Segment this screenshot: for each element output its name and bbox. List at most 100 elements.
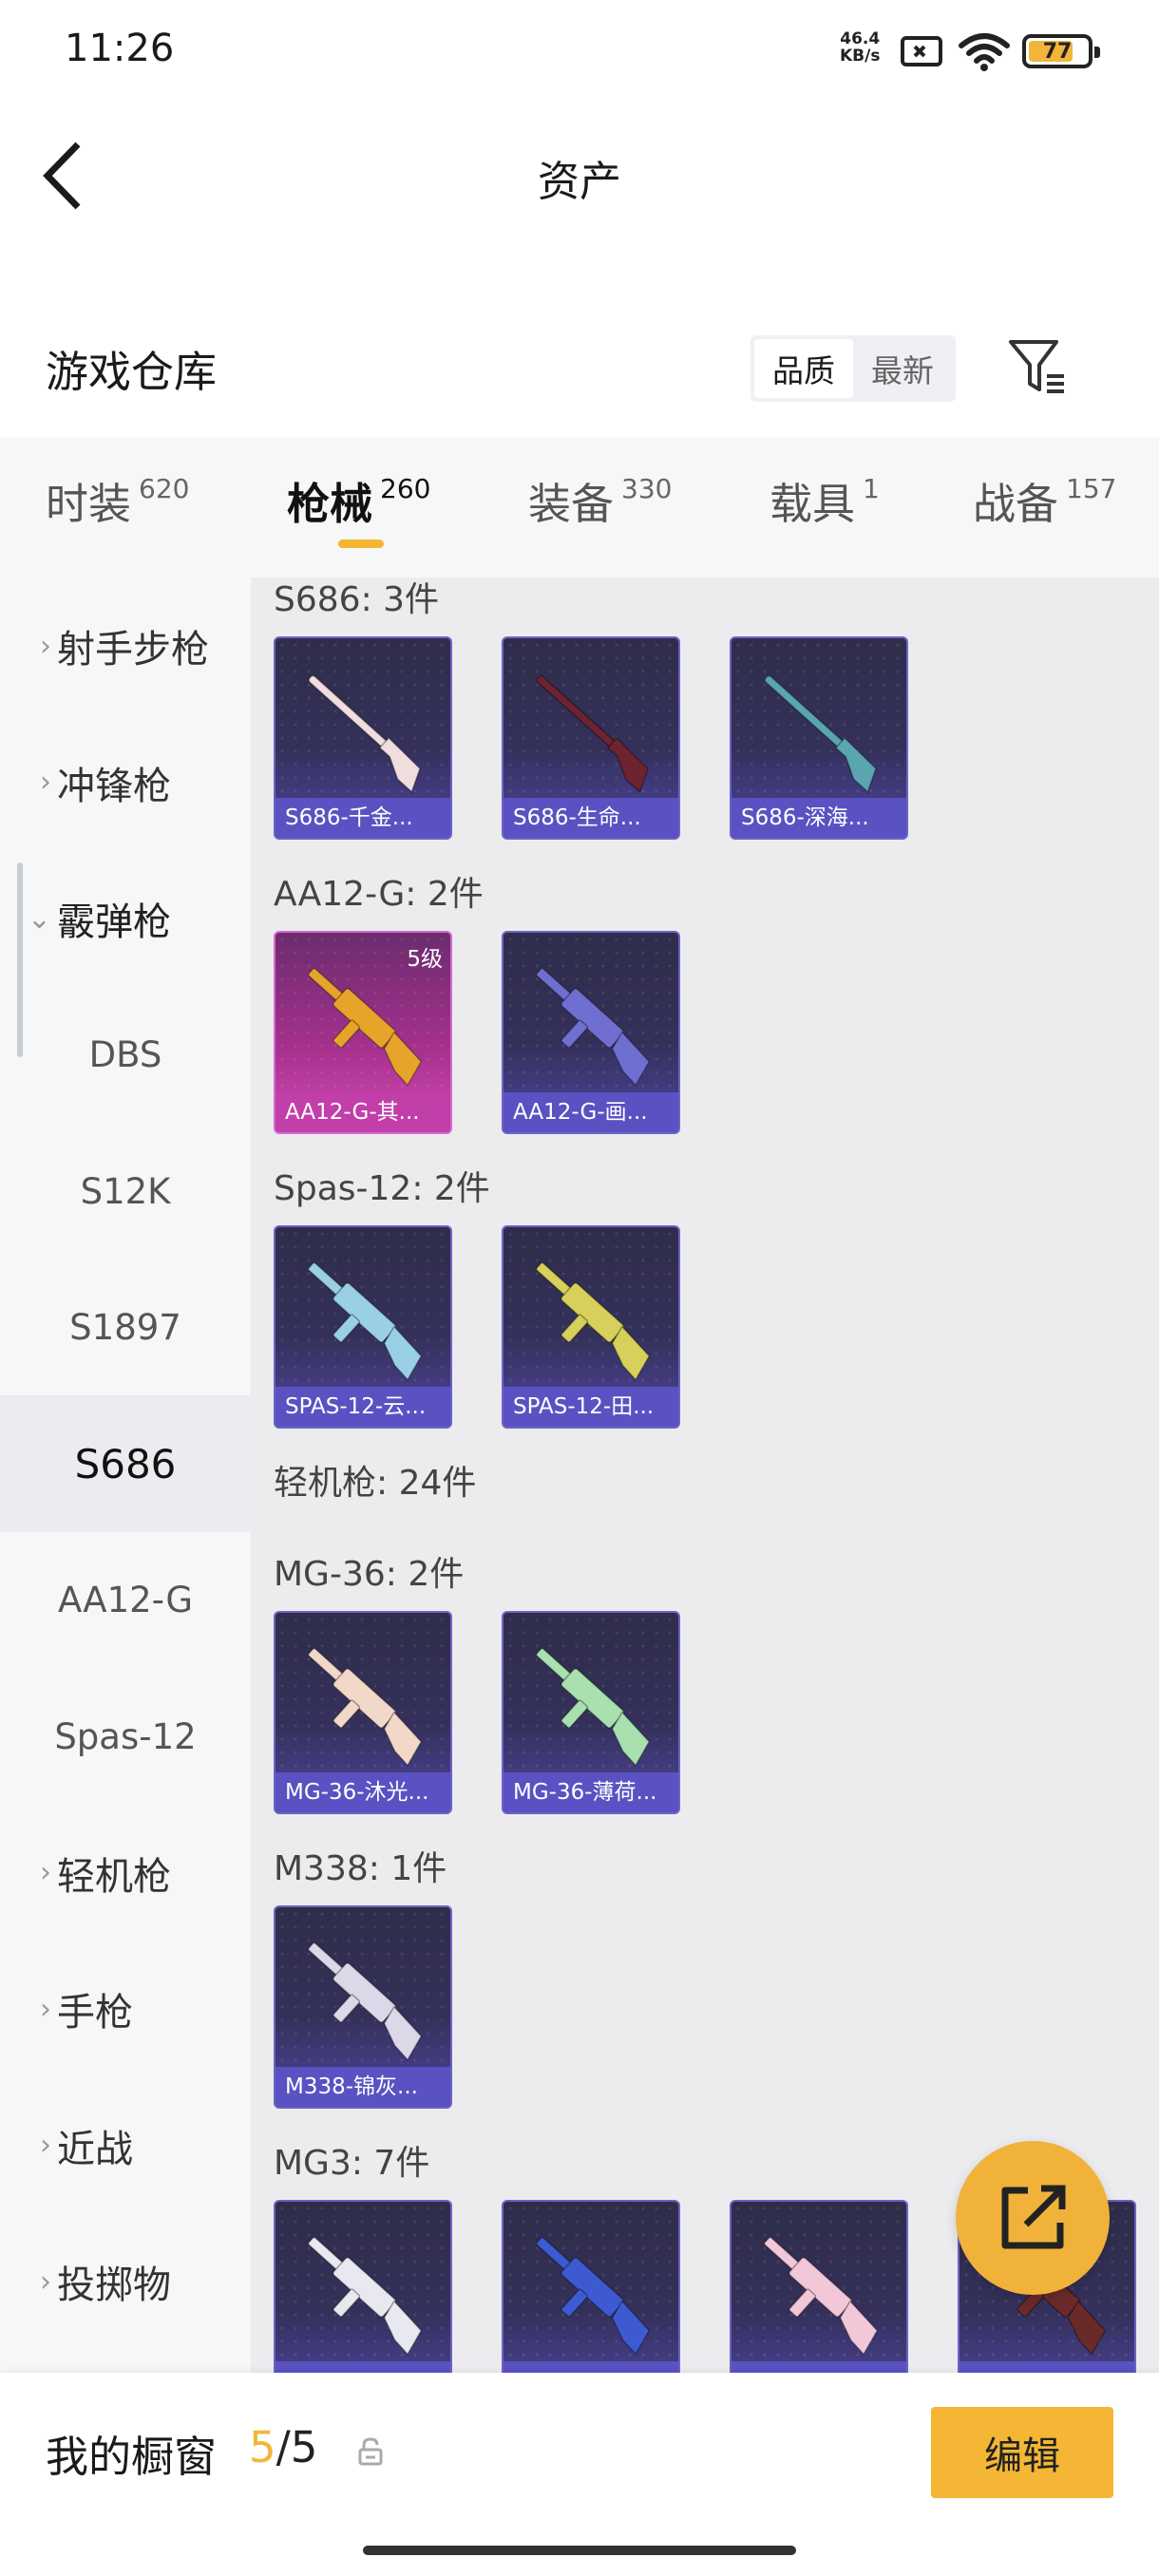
weapon-image bbox=[308, 674, 421, 793]
level-badge: 5级 bbox=[407, 947, 443, 972]
weapon-card[interactable]: S686-生命... bbox=[502, 636, 680, 840]
weapon-group-title: S686: 3件 bbox=[274, 580, 440, 619]
sidebar-item-label: 投掷物 bbox=[57, 2263, 171, 2307]
weapon-group-title: MG3: 7件 bbox=[274, 2144, 430, 2183]
tab-label: 载具 bbox=[770, 479, 856, 529]
header: 资产 bbox=[0, 95, 1159, 256]
weapon-group-title: 轻机枪: 24件 bbox=[274, 1464, 477, 1503]
share-icon bbox=[1001, 2185, 1066, 2249]
weapon-group-title: MG-36: 2件 bbox=[274, 1555, 465, 1594]
page-title: 资产 bbox=[538, 158, 621, 206]
tab-equipment[interactable]: 装备 330 bbox=[528, 469, 672, 531]
weapon-image bbox=[763, 2236, 879, 2356]
sidebar-item[interactable]: AA12-G bbox=[0, 1532, 251, 1669]
weapon-image bbox=[535, 1647, 651, 1767]
weapon-card[interactable]: SPAS-12-云... bbox=[274, 1225, 452, 1429]
tab-label: 枪械 bbox=[287, 479, 373, 529]
chevron-down-icon: ⌄ bbox=[27, 901, 51, 936]
weapon-image bbox=[535, 1261, 651, 1381]
weapon-card[interactable]: SPAS-12-田... bbox=[502, 1225, 680, 1429]
sim-off-icon bbox=[901, 36, 942, 66]
sidebar-item-label: AA12-G bbox=[57, 1580, 194, 1620]
weapon-card[interactable]: M338-锦灰... bbox=[274, 1905, 452, 2109]
sort-newest-button[interactable]: 最新 bbox=[853, 339, 952, 398]
sidebar-item-label: 轻机枪 bbox=[57, 1854, 171, 1899]
weapon-name bbox=[732, 2361, 906, 2373]
chevron-right-icon: › bbox=[40, 1856, 51, 1889]
showcase-count: 5/5 bbox=[249, 2422, 317, 2472]
sidebar-item[interactable]: › 近战 bbox=[0, 2077, 251, 2214]
weapon-group-title: M338: 1件 bbox=[274, 1849, 447, 1888]
filter-icon[interactable] bbox=[1007, 336, 1068, 397]
sidebar-item-label: S12K bbox=[80, 1170, 171, 1212]
home-indicator[interactable] bbox=[363, 2546, 796, 2555]
active-tab-indicator bbox=[338, 540, 384, 548]
weapon-name: AA12-G-画... bbox=[504, 1092, 678, 1132]
weapon-name: S686-生命... bbox=[504, 798, 678, 838]
weapon-card[interactable] bbox=[502, 2200, 680, 2373]
tab-fashion[interactable]: 时装 620 bbox=[46, 469, 189, 531]
wifi-icon bbox=[959, 33, 1010, 71]
weapon-card[interactable]: S686-深海... bbox=[730, 636, 908, 840]
sidebar-item-label: DBS bbox=[88, 1034, 162, 1075]
weapon-card[interactable] bbox=[730, 2200, 908, 2373]
sidebar-item[interactable]: S1897 bbox=[0, 1260, 251, 1396]
weapon-card[interactable]: 5级 AA12-G-其... bbox=[274, 931, 452, 1134]
battery-level: 77 bbox=[1042, 40, 1073, 64]
tab-count: 620 bbox=[139, 473, 190, 504]
warehouse-title: 游戏仓库 bbox=[46, 347, 218, 397]
weapon-card[interactable]: S686-千金... bbox=[274, 636, 452, 840]
weapon-card[interactable]: MG-36-薄荷... bbox=[502, 1611, 680, 1814]
weapon-card[interactable]: AA12-G-画... bbox=[502, 931, 680, 1134]
tab-supplies[interactable]: 战备 157 bbox=[973, 469, 1116, 531]
sidebar-item[interactable]: › 投掷物 bbox=[0, 2213, 251, 2350]
sidebar-item[interactable]: Spas-12 bbox=[0, 1668, 251, 1805]
edit-button[interactable]: 编辑 bbox=[931, 2407, 1113, 2498]
sidebar-item[interactable]: › 手枪 bbox=[0, 1941, 251, 2077]
tab-count: 157 bbox=[1066, 473, 1117, 504]
sidebar-item[interactable]: ⌄ 霰弹枪 bbox=[0, 850, 251, 987]
tab-firearms[interactable]: 枪械 260 bbox=[287, 469, 430, 531]
network-speed: 46.4 KB/s bbox=[840, 30, 880, 65]
sort-quality-button[interactable]: 品质 bbox=[754, 339, 853, 398]
weapon-image bbox=[535, 967, 651, 1087]
status-time: 11:26 bbox=[65, 27, 175, 70]
sidebar-item-label: 冲锋枪 bbox=[57, 764, 171, 808]
sidebar-item[interactable]: › 射手步枪 bbox=[0, 578, 251, 714]
weapon-name: S686-深海... bbox=[732, 798, 906, 838]
sidebar-item[interactable]: › 轻机枪 bbox=[0, 1805, 251, 1941]
sidebar-item[interactable]: › 冲锋枪 bbox=[0, 714, 251, 851]
lock-icon bbox=[358, 2437, 383, 2466]
tab-label: 装备 bbox=[528, 479, 615, 529]
chevron-right-icon: › bbox=[40, 2264, 51, 2299]
weapon-name: M338-锦灰... bbox=[276, 2067, 450, 2107]
weapon-image bbox=[307, 2236, 423, 2356]
sidebar-item[interactable]: DBS bbox=[0, 987, 251, 1124]
sidebar-item[interactable]: S686 bbox=[0, 1395, 251, 1532]
weapon-grid: S686: 3件 S686-千金... S686-生命... S686-深海... AA… bbox=[251, 578, 1159, 2373]
tab-count: 330 bbox=[621, 473, 673, 504]
weapon-group-title: Spas-12: 2件 bbox=[274, 1169, 490, 1208]
weapon-card[interactable] bbox=[274, 2200, 452, 2373]
network-speed-unit: KB/s bbox=[840, 47, 881, 66]
tab-count: 260 bbox=[380, 473, 431, 504]
tab-vehicles[interactable]: 载具 1 bbox=[770, 469, 880, 531]
weapon-image bbox=[535, 2236, 651, 2356]
sidebar-item[interactable]: S12K bbox=[0, 1123, 251, 1260]
category-tabs: 时装 620 枪械 260 装备 330 载具 1 战备 157 bbox=[0, 437, 1159, 578]
weapon-group-title: AA12-G: 2件 bbox=[274, 875, 484, 914]
weapon-name bbox=[960, 2361, 1134, 2373]
weapon-name: S686-千金... bbox=[276, 798, 450, 838]
sidebar-item-label: 射手步枪 bbox=[57, 628, 209, 672]
weapon-name: SPAS-12-云... bbox=[276, 1387, 450, 1427]
weapon-card[interactable]: MG-36-沐光... bbox=[274, 1611, 452, 1814]
showcase-bar: 我的橱窗 5/5 编辑 bbox=[0, 2373, 1159, 2576]
chevron-right-icon: › bbox=[40, 1992, 51, 2026]
weapon-image bbox=[307, 1941, 423, 2061]
weapon-image bbox=[307, 967, 423, 1087]
weapon-name: MG-36-薄荷... bbox=[504, 1772, 678, 1812]
weapon-name: AA12-G-其... bbox=[276, 1092, 450, 1132]
sort-toggle: 品质 最新 bbox=[750, 335, 956, 402]
weapon-image bbox=[307, 1647, 423, 1767]
share-button[interactable] bbox=[956, 2141, 1110, 2295]
